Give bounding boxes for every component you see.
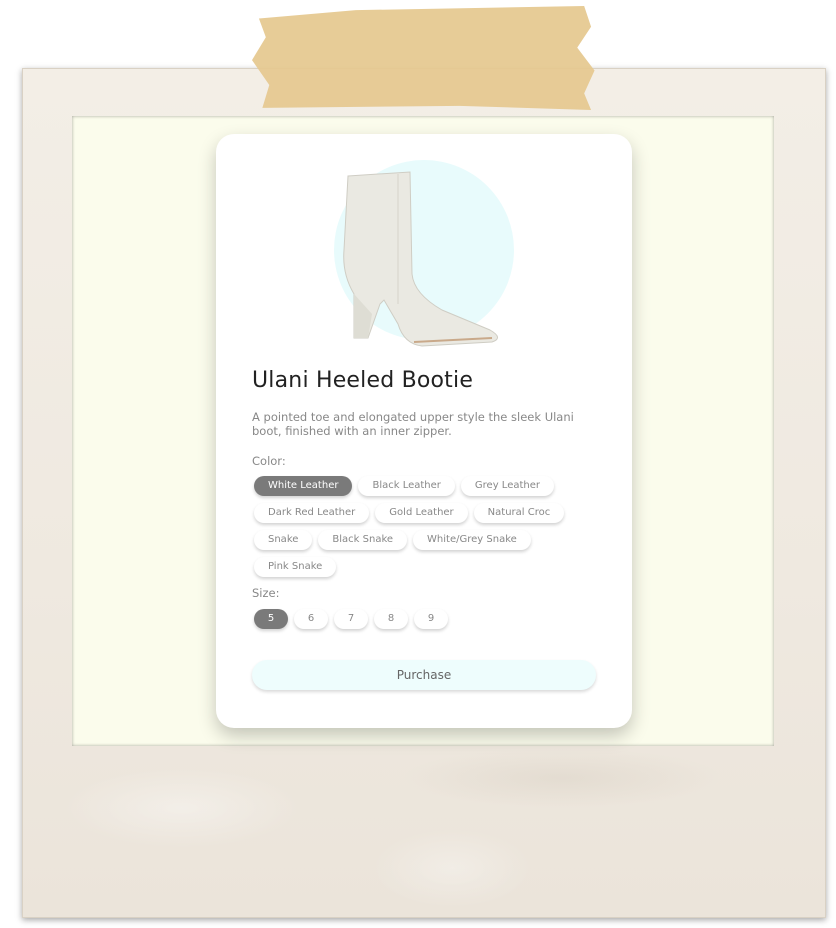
color-option-gold-leather[interactable]: Gold Leather <box>375 503 468 523</box>
ankle-boot-image <box>334 160 514 347</box>
product-title: Ulani Heeled Bootie <box>252 368 474 393</box>
color-option-grey-leather[interactable]: Grey Leather <box>460 476 554 496</box>
color-option-black-leather[interactable]: Black Leather <box>358 476 455 496</box>
color-option-white-grey-snake[interactable]: White/Grey Snake <box>413 530 531 550</box>
product-card: Ulani Heeled Bootie A pointed toe and el… <box>216 134 632 728</box>
size-option-5[interactable]: 5 <box>254 609 288 629</box>
size-option-8[interactable]: 8 <box>374 609 408 629</box>
color-option-natural-croc[interactable]: Natural Croc <box>473 503 565 523</box>
size-option-6[interactable]: 6 <box>294 609 328 629</box>
size-option-9[interactable]: 9 <box>414 609 448 629</box>
color-option-black-snake[interactable]: Black Snake <box>318 530 408 550</box>
size-option-7[interactable]: 7 <box>334 609 368 629</box>
tape-strip <box>252 6 595 110</box>
color-option-white-leather[interactable]: White Leather <box>254 476 353 496</box>
purchase-button[interactable]: Purchase <box>252 660 596 690</box>
color-option-pink-snake[interactable]: Pink Snake <box>254 557 337 577</box>
product-description: A pointed toe and elongated upper style … <box>252 410 574 438</box>
color-options: White Leather Black Leather Grey Leather… <box>254 476 594 577</box>
size-options: 5 6 7 8 9 <box>254 609 594 629</box>
color-option-dark-red-leather[interactable]: Dark Red Leather <box>254 503 370 523</box>
color-option-snake[interactable]: Snake <box>254 530 313 550</box>
size-label: Size: <box>252 586 280 600</box>
color-label: Color: <box>252 454 286 468</box>
